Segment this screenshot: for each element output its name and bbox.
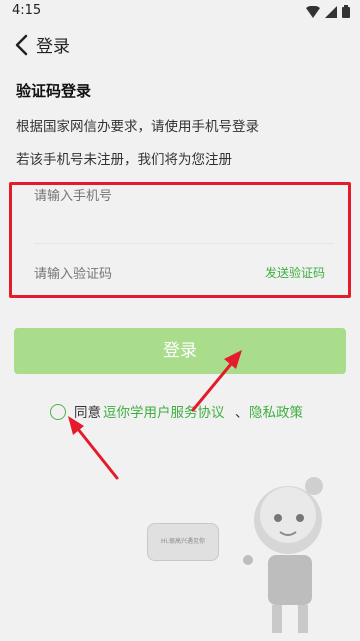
- privacy-link[interactable]: 隐私政策: [249, 401, 303, 421]
- mascot-speech-bubble: Hi,很高兴遇见你: [147, 523, 219, 561]
- wifi-icon: [306, 5, 320, 18]
- agree-label: 同意: [74, 405, 101, 421]
- notice-line-2: 若该手机号未注册，我们将为您注册: [16, 152, 232, 168]
- signal-icon: [325, 5, 337, 18]
- notice-line-1: 根据国家网信办要求，请使用手机号登录: [16, 119, 259, 135]
- page-title: 登录: [36, 37, 70, 57]
- login-button[interactable]: 登录: [14, 328, 346, 374]
- status-time: 4:15: [12, 3, 42, 18]
- agreement-separator: 、: [235, 405, 249, 421]
- agree-radio[interactable]: [50, 404, 66, 420]
- status-bar: 4:15: [0, 0, 360, 24]
- send-code-button[interactable]: 发送验证码: [265, 264, 325, 281]
- phone-input[interactable]: [34, 181, 234, 211]
- battery-icon: [342, 5, 350, 18]
- top-bar: 登录: [0, 28, 360, 62]
- back-icon[interactable]: [12, 32, 34, 58]
- mascot-image: [243, 477, 323, 633]
- form-divider: [34, 243, 334, 244]
- terms-link[interactable]: 逗你学用户服务协议: [103, 401, 225, 421]
- code-input[interactable]: [34, 259, 234, 289]
- status-icons: [306, 5, 350, 18]
- section-title: 验证码登录: [16, 82, 92, 100]
